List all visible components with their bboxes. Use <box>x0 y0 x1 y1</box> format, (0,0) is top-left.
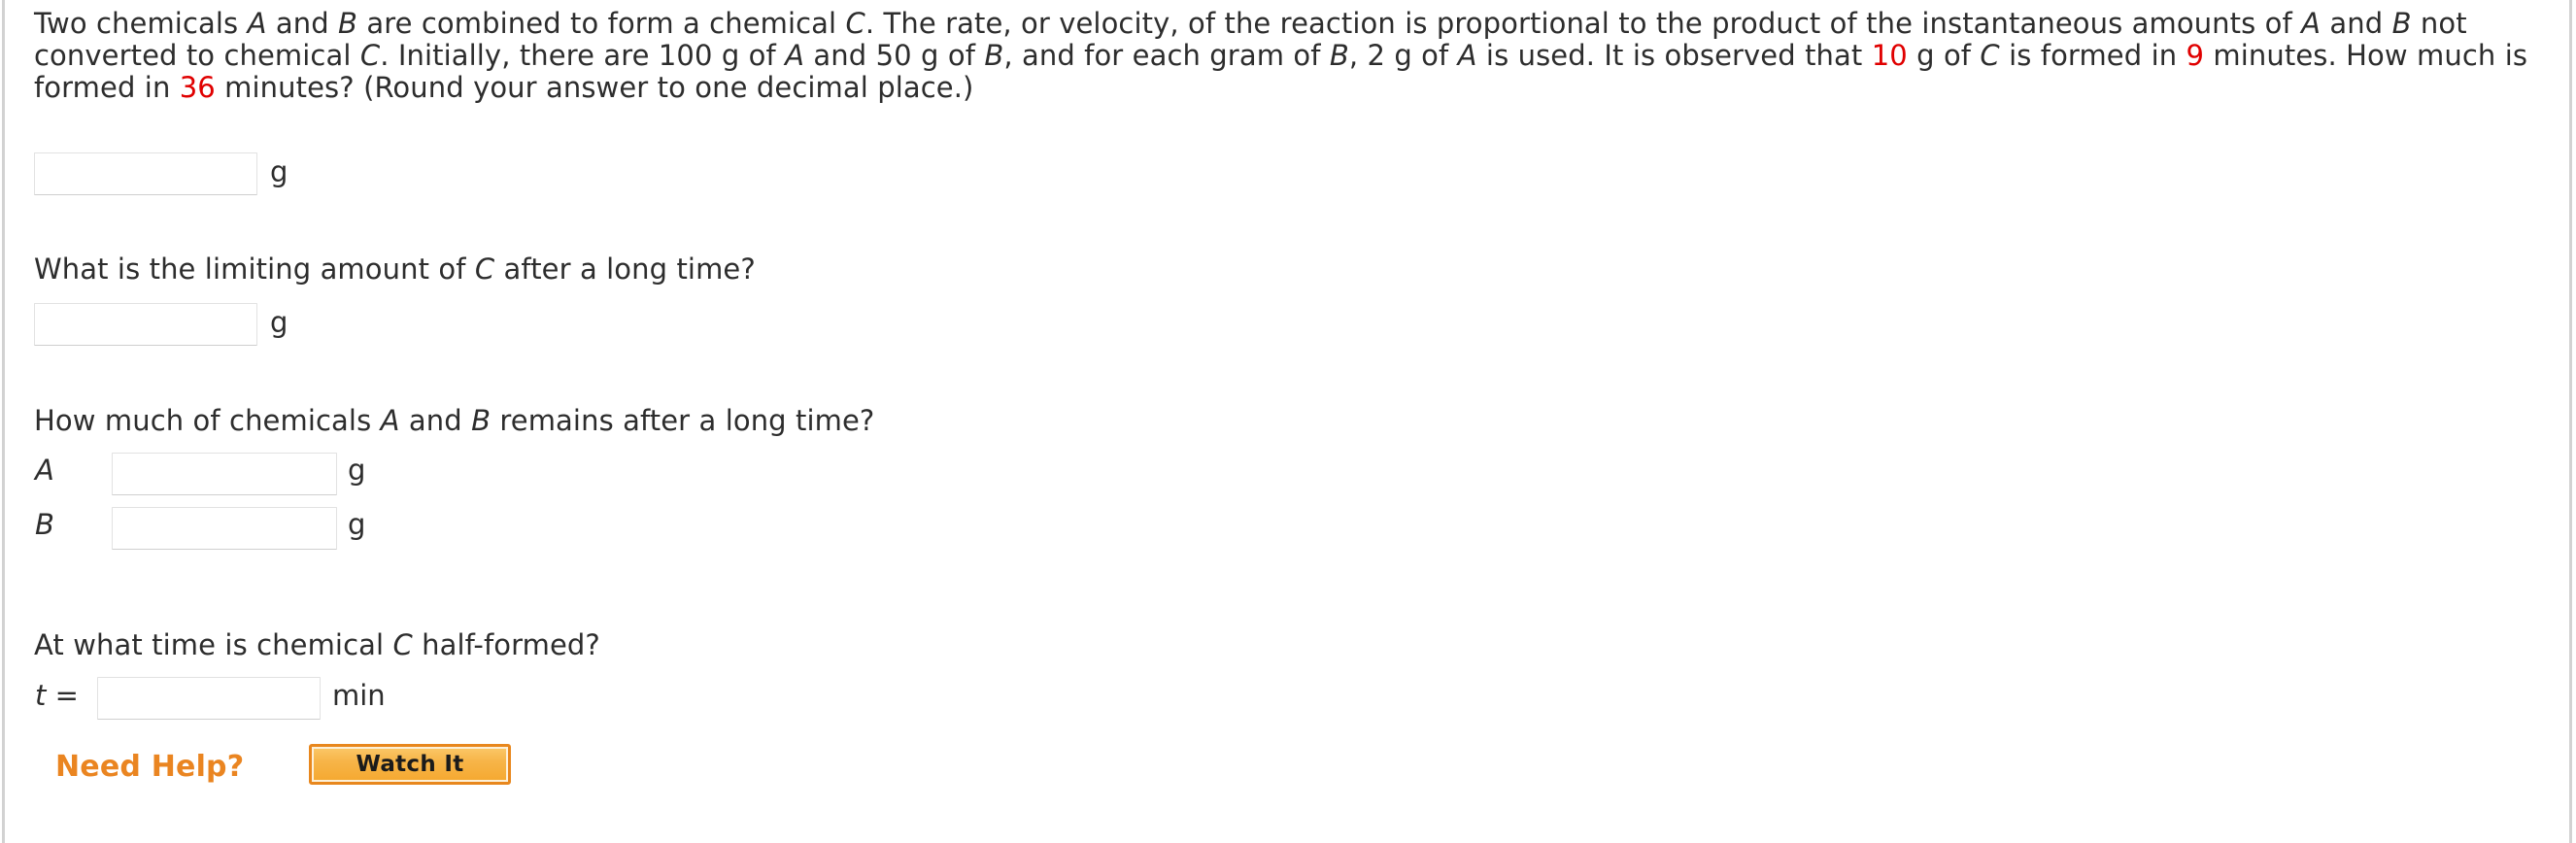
q4-time-label: t = <box>35 679 79 712</box>
variable-b: B <box>2391 7 2412 40</box>
q4-unit-label: min <box>332 679 386 712</box>
q2-unit-label: g <box>270 306 288 339</box>
variable-b: B <box>1329 39 1349 72</box>
q3-prompt-part-2: and <box>399 404 472 437</box>
q2-prompt-part-1: What is the limiting amount of <box>34 253 475 286</box>
statement-seg-8: and 50 g of <box>804 39 985 72</box>
statement-seg-11: is used. It is observed that <box>1476 39 1872 72</box>
statement-seg-13: is formed in <box>1999 39 2186 72</box>
statement-seg-1: Two chemicals <box>34 7 248 40</box>
q1-answer-input[interactable] <box>34 152 257 195</box>
statement-seg-7: . Initially, there are 100 g of <box>380 39 786 72</box>
q4-prompt-part-1: At what time is chemical <box>34 628 393 661</box>
statement-seg-9: , and for each gram of <box>1003 39 1330 72</box>
q3-unit-label-a: g <box>348 454 366 487</box>
statement-seg-15: minutes? (Round your answer to one decim… <box>215 71 974 104</box>
variable-a: A <box>785 39 805 72</box>
q2-prompt-part-2: after a long time? <box>494 253 756 286</box>
variable-c: C <box>359 39 381 72</box>
q3-unit-label-b: g <box>348 508 366 541</box>
q4-answer-input[interactable] <box>97 677 321 720</box>
assignment-question-panel: Two chemicals A and B are combined to fo… <box>0 0 2576 843</box>
q3-row-a-label: A <box>35 454 54 487</box>
need-help-label: Need Help? <box>55 750 245 784</box>
q4-prompt: At what time is chemical C half-formed? <box>34 629 600 661</box>
q3-prompt: How much of chemicals A and B remains af… <box>34 405 874 437</box>
variable-a: A <box>2301 7 2322 40</box>
value-9-minutes: 9 <box>2186 39 2205 72</box>
statement-seg-2: and <box>266 7 339 40</box>
problem-statement: Two chemicals A and B are combined to fo… <box>34 8 2559 104</box>
variable-c: C <box>845 7 865 40</box>
watch-it-button-label: Watch It <box>356 751 464 777</box>
variable-a: A <box>380 404 400 437</box>
variable-b: B <box>984 39 1004 72</box>
q3-answer-input-b[interactable] <box>112 507 337 550</box>
statement-seg-5: and <box>2321 7 2392 40</box>
q3-prompt-part-3: remains after a long time? <box>491 404 875 437</box>
q2-prompt: What is the limiting amount of C after a… <box>34 253 756 286</box>
variable-b: B <box>471 404 491 437</box>
value-36-minutes: 36 <box>179 71 216 104</box>
statement-seg-12: g of <box>1907 39 1981 72</box>
variable-c: C <box>474 253 495 286</box>
q1-unit-label: g <box>270 155 288 188</box>
variable-a: A <box>247 7 267 40</box>
q4-prompt-part-2: half-formed? <box>412 628 600 661</box>
variable-a: A <box>1457 39 1477 72</box>
right-edge-rule <box>2569 0 2572 843</box>
statement-seg-10: , 2 g of <box>1348 39 1458 72</box>
watch-it-button[interactable]: Watch It <box>309 744 511 785</box>
value-10-grams: 10 <box>1871 39 1908 72</box>
left-edge-rule <box>2 0 5 843</box>
q2-answer-input[interactable] <box>34 303 257 346</box>
q3-row-b-label: B <box>35 508 54 541</box>
q3-prompt-part-1: How much of chemicals <box>34 404 381 437</box>
q3-answer-input-a[interactable] <box>112 453 337 495</box>
variable-c: C <box>392 628 413 661</box>
statement-seg-4: . The rate, or velocity, of the reaction… <box>864 7 2302 40</box>
statement-seg-3: are combined to form a chemical <box>357 7 846 40</box>
variable-b: B <box>338 7 358 40</box>
variable-c: C <box>1980 39 2000 72</box>
